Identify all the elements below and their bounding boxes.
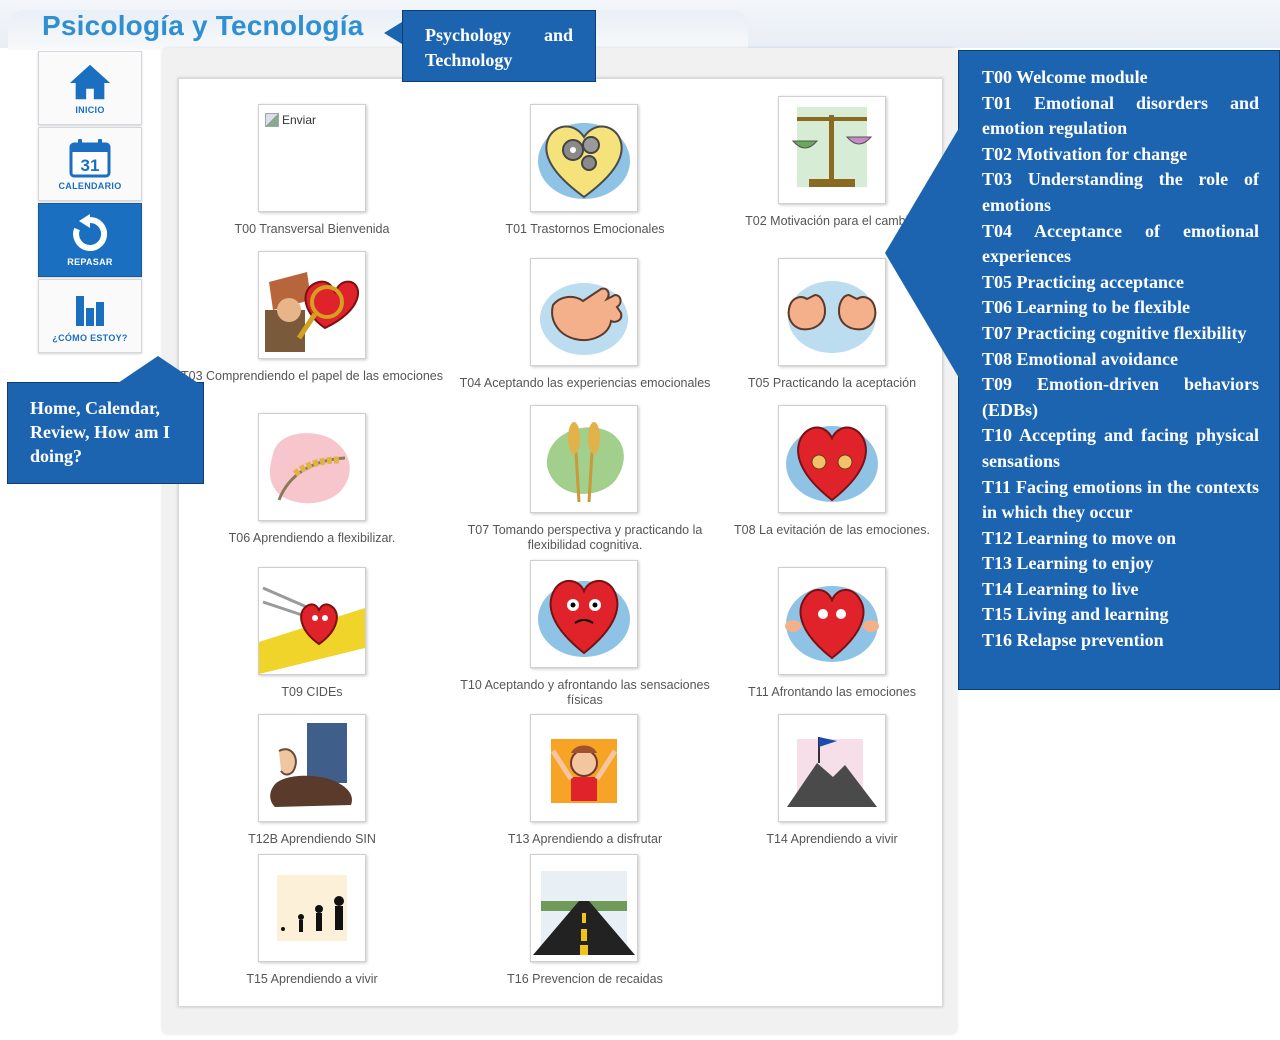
module-t15[interactable]: T15 Aprendiendo a vivir: [177, 854, 447, 994]
module-t04[interactable]: T04 Aceptando las experiencias emocional…: [450, 258, 720, 398]
module-t01[interactable]: T01 Trastornos Emocionales: [450, 104, 720, 244]
module-caption: T15 Aprendiendo a vivir: [246, 972, 378, 986]
module-t07[interactable]: T07 Tomando perspectiva y practicando la…: [450, 405, 720, 555]
module-t12b[interactable]: T12B Aprendiendo SIN: [177, 714, 447, 854]
calendar-icon: 31: [68, 138, 112, 178]
module-caption: T03 Comprendiendo el papel de las emocio…: [181, 369, 443, 383]
image-alt-text: Enviar: [282, 113, 317, 127]
progress-chart-icon: [68, 290, 112, 330]
module-image: Enviar: [258, 104, 366, 212]
module-t11[interactable]: T11 Afrontando las emociones: [697, 567, 967, 707]
module-caption: T08 La evitación de las emociones.: [734, 523, 930, 537]
shoe-tying-icon: [258, 714, 366, 822]
module-translation: T11 Facing emotions in the contexts in w…: [982, 476, 1259, 523]
detective-heart-icon: [258, 251, 366, 359]
module-caption: T13 Aprendiendo a disfrutar: [507, 832, 663, 846]
heart-gears-icon: [530, 104, 638, 212]
evolution-figures-icon: [258, 854, 366, 962]
module-translation: T15 Living and learning: [982, 604, 1169, 625]
wheat-stalk-icon: [258, 413, 366, 521]
module-caption: T01 Trastornos Emocionales: [505, 222, 665, 236]
nav-calendar-button[interactable]: 31 CALENDARIO: [38, 127, 142, 201]
module-t00[interactable]: Enviar T00 Transversal Bienvenida: [177, 104, 447, 244]
callout-word: Psychology: [425, 25, 512, 45]
joyful-person-icon: [530, 714, 638, 822]
module-t06[interactable]: T06 Aprendiendo a flexibilizar.: [177, 413, 447, 553]
callout-word: Technology: [425, 50, 513, 70]
module-translation: T14 Learning to live: [982, 578, 1139, 599]
module-translation: T07 Practicing cognitive flexibility: [982, 322, 1247, 343]
nav-calendar-label: CALENDARIO: [58, 180, 122, 191]
mountain-flag-icon: [778, 714, 886, 822]
module-caption: T11 Afrontando las emociones: [748, 685, 916, 699]
module-translation: T13 Learning to enjoy: [982, 553, 1154, 574]
callout-word: and: [543, 25, 573, 45]
module-translation: T01 Emotional disorders and emotion regu…: [982, 92, 1259, 139]
heart-stressed-icon: [530, 560, 638, 668]
module-caption: T14 Aprendiendo a vivir: [766, 832, 898, 846]
heart-strong-icon: [778, 567, 886, 675]
module-t16[interactable]: T16 Prevencion de recaidas: [450, 854, 720, 994]
module-caption: T00 Transversal Bienvenida: [234, 222, 390, 236]
nav-review-label: REPASAR: [67, 256, 113, 267]
module-t09[interactable]: T09 CIDEs: [177, 567, 447, 707]
module-caption: T09 CIDEs: [281, 685, 343, 699]
review-icon: [68, 213, 112, 254]
heart-running-icon: [258, 567, 366, 675]
app-header: Psicología y Tecnología: [0, 0, 1280, 50]
two-hands-icon: [778, 258, 886, 366]
module-translation: T03 Understanding the role of emotions: [982, 169, 1259, 215]
nav-home-button[interactable]: INICIO: [38, 51, 142, 125]
module-translation: T04 Acceptance of emotional experiences: [982, 220, 1259, 267]
module-t13[interactable]: T13 Aprendiendo a disfrutar: [450, 714, 720, 854]
calendar-day: 31: [81, 156, 100, 175]
app-title: Psicología y Tecnología: [42, 10, 364, 41]
module-translation: T06 Learning to be flexible: [982, 297, 1190, 318]
module-caption: T12B Aprendiendo SIN: [248, 832, 376, 846]
module-t03[interactable]: T03 Comprendiendo el papel de las emocio…: [177, 251, 447, 401]
nav-progress-button[interactable]: ¿CÓMO ESTOY?: [38, 279, 142, 353]
module-t10[interactable]: T10 Aceptando y afrontando las sensacion…: [450, 560, 720, 710]
module-caption: T05 Practicando la aceptación: [747, 376, 917, 390]
module-translation: T05 Practicing acceptance: [982, 271, 1184, 292]
module-translation: T00 Welcome module: [982, 67, 1148, 87]
module-caption: T16 Prevencion de recaidas: [507, 972, 663, 986]
module-caption: T06 Aprendiendo a flexibilizar.: [228, 531, 396, 545]
module-translation: T08 Emotional avoidance: [982, 348, 1179, 369]
module-t14[interactable]: T14 Aprendiendo a vivir: [697, 714, 967, 854]
callout-pointer: [118, 356, 198, 383]
callout-pointer: [885, 128, 959, 378]
module-t08[interactable]: T08 La evitación de las emociones.: [697, 405, 967, 555]
scales-icon: [778, 96, 886, 204]
module-caption: T07 Tomando perspectiva y practicando la…: [467, 523, 703, 552]
module-caption: T10 Aceptando y afrontando las sensacion…: [460, 678, 710, 707]
module-translation: T02 Motivation for change: [982, 143, 1188, 164]
home-icon: [68, 62, 112, 102]
callout-app-title: Psychology and Technology: [402, 10, 596, 82]
wheat-icon: [530, 405, 638, 513]
callout-navigation: Home, Calendar, Review, How am I doing?: [7, 382, 204, 484]
module-caption: T04 Aceptando las experiencias emocional…: [459, 376, 711, 390]
module-translation: T09 Emotion-driven behaviors (EDBs): [982, 374, 1259, 420]
callout-pointer: [384, 22, 402, 44]
heart-hiding-icon: [778, 405, 886, 513]
broken-image-icon: Enviar: [265, 113, 316, 127]
nav-review-button[interactable]: REPASAR: [38, 203, 142, 277]
callout-module-list: T00 Welcome module T01 Emotional disorde…: [958, 50, 1280, 690]
module-translation: T12 Learning to move on: [982, 527, 1177, 548]
module-translation: T10 Accepting and facing physical sensat…: [982, 425, 1259, 471]
open-hand-icon: [530, 258, 638, 366]
module-translation: T16 Relapse prevention: [982, 630, 1164, 651]
road-icon: [530, 854, 638, 962]
nav-progress-label: ¿CÓMO ESTOY?: [52, 332, 128, 343]
callout-text: Home, Calendar, Review, How am I doing?: [30, 398, 170, 466]
nav-home-label: INICIO: [75, 104, 105, 115]
